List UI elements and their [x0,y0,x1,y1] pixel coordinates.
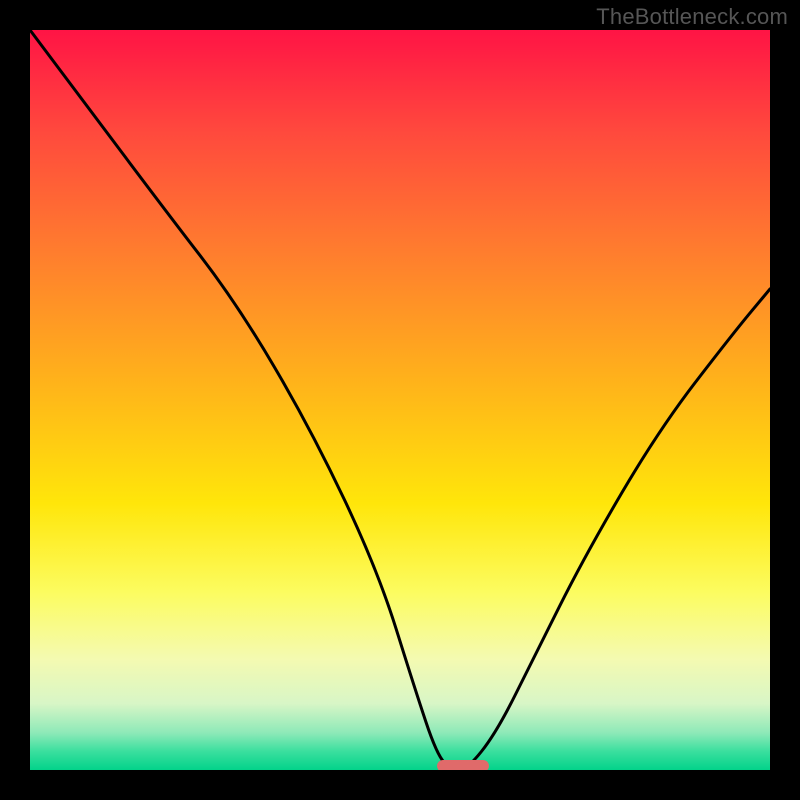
chart-container: TheBottleneck.com [0,0,800,800]
gradient-background [30,30,770,770]
optimal-marker [437,760,489,770]
chart-svg [30,30,770,770]
watermark-text: TheBottleneck.com [596,4,788,30]
plot-area [30,30,770,770]
